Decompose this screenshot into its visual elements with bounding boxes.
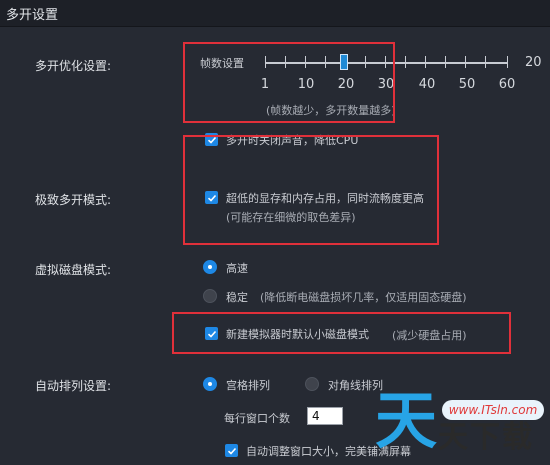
arrange-grid-label[interactable]: 宫格排列 <box>226 377 270 393</box>
annotation-box-extreme <box>183 135 439 245</box>
per-row-input[interactable] <box>307 407 343 425</box>
vdisk-section-label: 虚拟磁盘模式: <box>35 263 112 277</box>
tick-label-40: 40 <box>418 77 436 92</box>
checkmark-icon <box>227 447 236 455</box>
vdisk-stable-label[interactable]: 稳定 <box>226 289 248 305</box>
vdisk-fast-label[interactable]: 高速 <box>226 260 248 276</box>
arrange-diagonal-radio[interactable] <box>305 377 319 391</box>
watermark-logo: 天 <box>375 384 438 457</box>
slider-tick <box>445 56 446 68</box>
vdisk-stable-radio[interactable] <box>203 289 217 303</box>
slider-tick <box>507 56 508 68</box>
slider-tick <box>465 56 466 68</box>
slider-tick <box>405 56 406 68</box>
per-row-label: 每行窗口个数 <box>224 412 290 425</box>
arrange-section-label: 自动排列设置: <box>35 379 112 393</box>
auto-adjust-checkbox[interactable] <box>225 444 238 457</box>
watermark-url: www.ITsln.com <box>442 400 544 420</box>
annotation-box-small-disk <box>172 312 511 354</box>
slider-tick <box>425 56 426 68</box>
watermark-text: 天下载 <box>438 420 534 455</box>
arrange-grid-radio[interactable] <box>203 377 217 391</box>
vdisk-stable-note: (降低断电磁盘损坏几率，仅适用固态硬盘) <box>260 291 467 304</box>
tick-label-50: 50 <box>458 77 476 92</box>
window-titlebar: 多开设置 <box>0 0 550 27</box>
fps-current-value: 20 <box>525 55 542 70</box>
optimize-section-label: 多开优化设置: <box>35 59 112 73</box>
annotation-box-fps <box>183 42 395 123</box>
vdisk-fast-radio[interactable] <box>203 260 217 274</box>
extreme-section-label: 极致多开模式: <box>35 193 112 207</box>
window-title: 多开设置 <box>6 8 59 23</box>
slider-tick <box>485 56 486 68</box>
tick-label-60: 60 <box>498 77 516 92</box>
